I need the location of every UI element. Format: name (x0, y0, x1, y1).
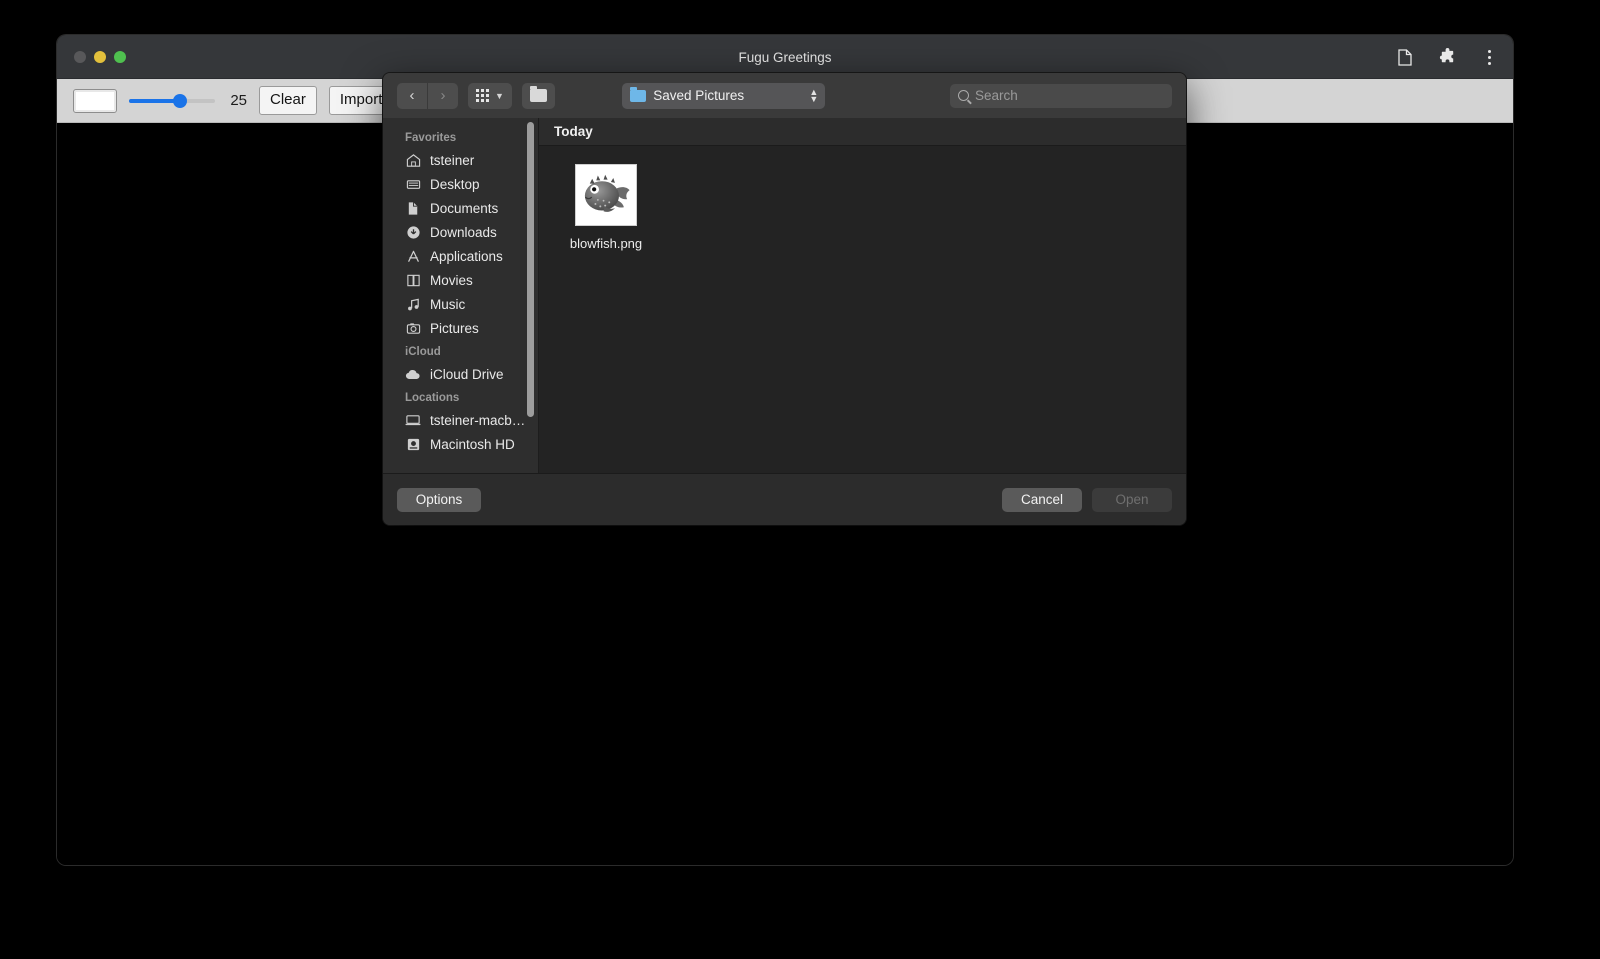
file-item-blowfish[interactable]: blowfish.png (561, 164, 651, 251)
sidebar-section-icloud: iCloud (405, 346, 441, 358)
blue-folder-icon (630, 86, 647, 102)
dialog-sidebar: Favorites tsteiner Desktop Documents Dow… (383, 118, 538, 473)
sidebar-item-label: Applications (430, 248, 503, 264)
close-button[interactable] (74, 51, 86, 63)
back-button[interactable]: ‹ (397, 82, 427, 109)
chevron-updown-icon: ▲ ▼ (809, 86, 819, 104)
cancel-button[interactable]: Cancel (1002, 487, 1082, 512)
sidebar-item-label: Documents (430, 200, 499, 216)
documents-icon (405, 200, 421, 216)
sidebar-item-label: iCloud Drive (430, 366, 504, 382)
window-title: Fugu Greetings (738, 49, 832, 65)
sidebar-item-icloud-drive[interactable]: iCloud Drive (383, 362, 538, 386)
titlebar-actions (1395, 35, 1499, 79)
sidebar-item-label: Movies (430, 272, 473, 288)
navigation-buttons: ‹ › (397, 82, 458, 109)
new-folder-button[interactable] (521, 82, 555, 109)
sidebar-item-applications[interactable]: Applications (383, 244, 538, 268)
sidebar-item-label: Macintosh HD (430, 436, 515, 452)
new-folder-icon (529, 86, 547, 102)
view-mode-button[interactable]: ▼ (468, 82, 512, 109)
slider-thumb[interactable] (173, 93, 187, 108)
sidebar-item-documents[interactable]: Documents (383, 196, 538, 220)
chevron-left-icon: ‹ (409, 87, 415, 104)
clear-button[interactable]: Clear (259, 86, 317, 115)
current-folder-label: Saved Pictures (653, 88, 745, 103)
grid-view-icon (476, 89, 489, 102)
pictures-icon (405, 320, 421, 336)
file-browser-pane: Today blowfish.png (538, 118, 1186, 473)
search-input[interactable]: Search (950, 83, 1172, 108)
open-button[interactable]: Open (1092, 487, 1172, 512)
sidebar-scrollbar[interactable] (527, 122, 534, 417)
sidebar-item-pictures[interactable]: Pictures (383, 316, 538, 340)
line-width-slider[interactable] (129, 90, 215, 112)
footer-action-group: Cancel Open (1002, 487, 1172, 512)
sidebar-item-label: Pictures (430, 320, 479, 336)
sidebar-item-tsteiner-macbook[interactable]: tsteiner-macb… (383, 408, 538, 432)
file-group-header: Today (539, 118, 1186, 146)
file-grid: blowfish.png (539, 146, 1186, 251)
file-open-dialog: ‹ › ▼ Saved Pictures ▲ ▼ Search Favorites (383, 73, 1186, 525)
harddisk-icon (405, 436, 421, 452)
sidebar-item-label: Music (430, 296, 466, 312)
desktop-icon (405, 176, 421, 192)
minimize-button[interactable] (94, 51, 106, 63)
chevron-down-icon: ▼ (495, 90, 504, 101)
blowfish-thumbnail (575, 164, 637, 226)
sidebar-item-label: Desktop (430, 176, 480, 192)
movies-icon (405, 272, 421, 288)
options-button[interactable]: Options (397, 487, 481, 512)
sidebar-item-tsteiner[interactable]: tsteiner (383, 148, 538, 172)
cloud-icon (405, 366, 421, 382)
search-placeholder: Search (975, 88, 1018, 103)
sidebar-item-label: Downloads (430, 224, 497, 240)
traffic-light-group (74, 51, 126, 63)
applications-icon (405, 248, 421, 264)
color-picker-input[interactable] (73, 88, 117, 113)
search-icon (958, 90, 969, 101)
downloads-icon (405, 224, 421, 240)
sidebar-item-label: tsteiner-macb… (430, 412, 526, 428)
sidebar-item-desktop[interactable]: Desktop (383, 172, 538, 196)
sidebar-item-movies[interactable]: Movies (383, 268, 538, 292)
sidebar-item-label: tsteiner (430, 152, 475, 168)
forward-button[interactable]: › (428, 82, 458, 109)
file-name-label: blowfish.png (569, 236, 643, 251)
chevron-right-icon: › (440, 87, 446, 104)
sidebar-item-music[interactable]: Music (383, 292, 538, 316)
sidebar-section-locations: Locations (405, 392, 460, 404)
maximize-button[interactable] (114, 51, 126, 63)
slider-value-label: 25 (230, 92, 247, 109)
sidebar-section-favorites: Favorites (405, 132, 457, 144)
path-popup-button[interactable]: Saved Pictures ▲ ▼ (622, 82, 826, 109)
music-icon (405, 296, 421, 312)
dialog-body: Favorites tsteiner Desktop Documents Dow… (383, 118, 1186, 473)
laptop-icon (405, 412, 421, 428)
page-icon[interactable] (1395, 47, 1415, 67)
dialog-footer: Options Cancel Open (383, 473, 1186, 525)
home-icon (405, 152, 421, 168)
sidebar-item-macintosh-hd[interactable]: Macintosh HD (383, 432, 538, 456)
sidebar-item-downloads[interactable]: Downloads (383, 220, 538, 244)
extensions-icon[interactable] (1437, 47, 1457, 67)
dialog-toolbar: ‹ › ▼ Saved Pictures ▲ ▼ Search (383, 73, 1186, 118)
more-menu-icon[interactable] (1479, 47, 1499, 67)
